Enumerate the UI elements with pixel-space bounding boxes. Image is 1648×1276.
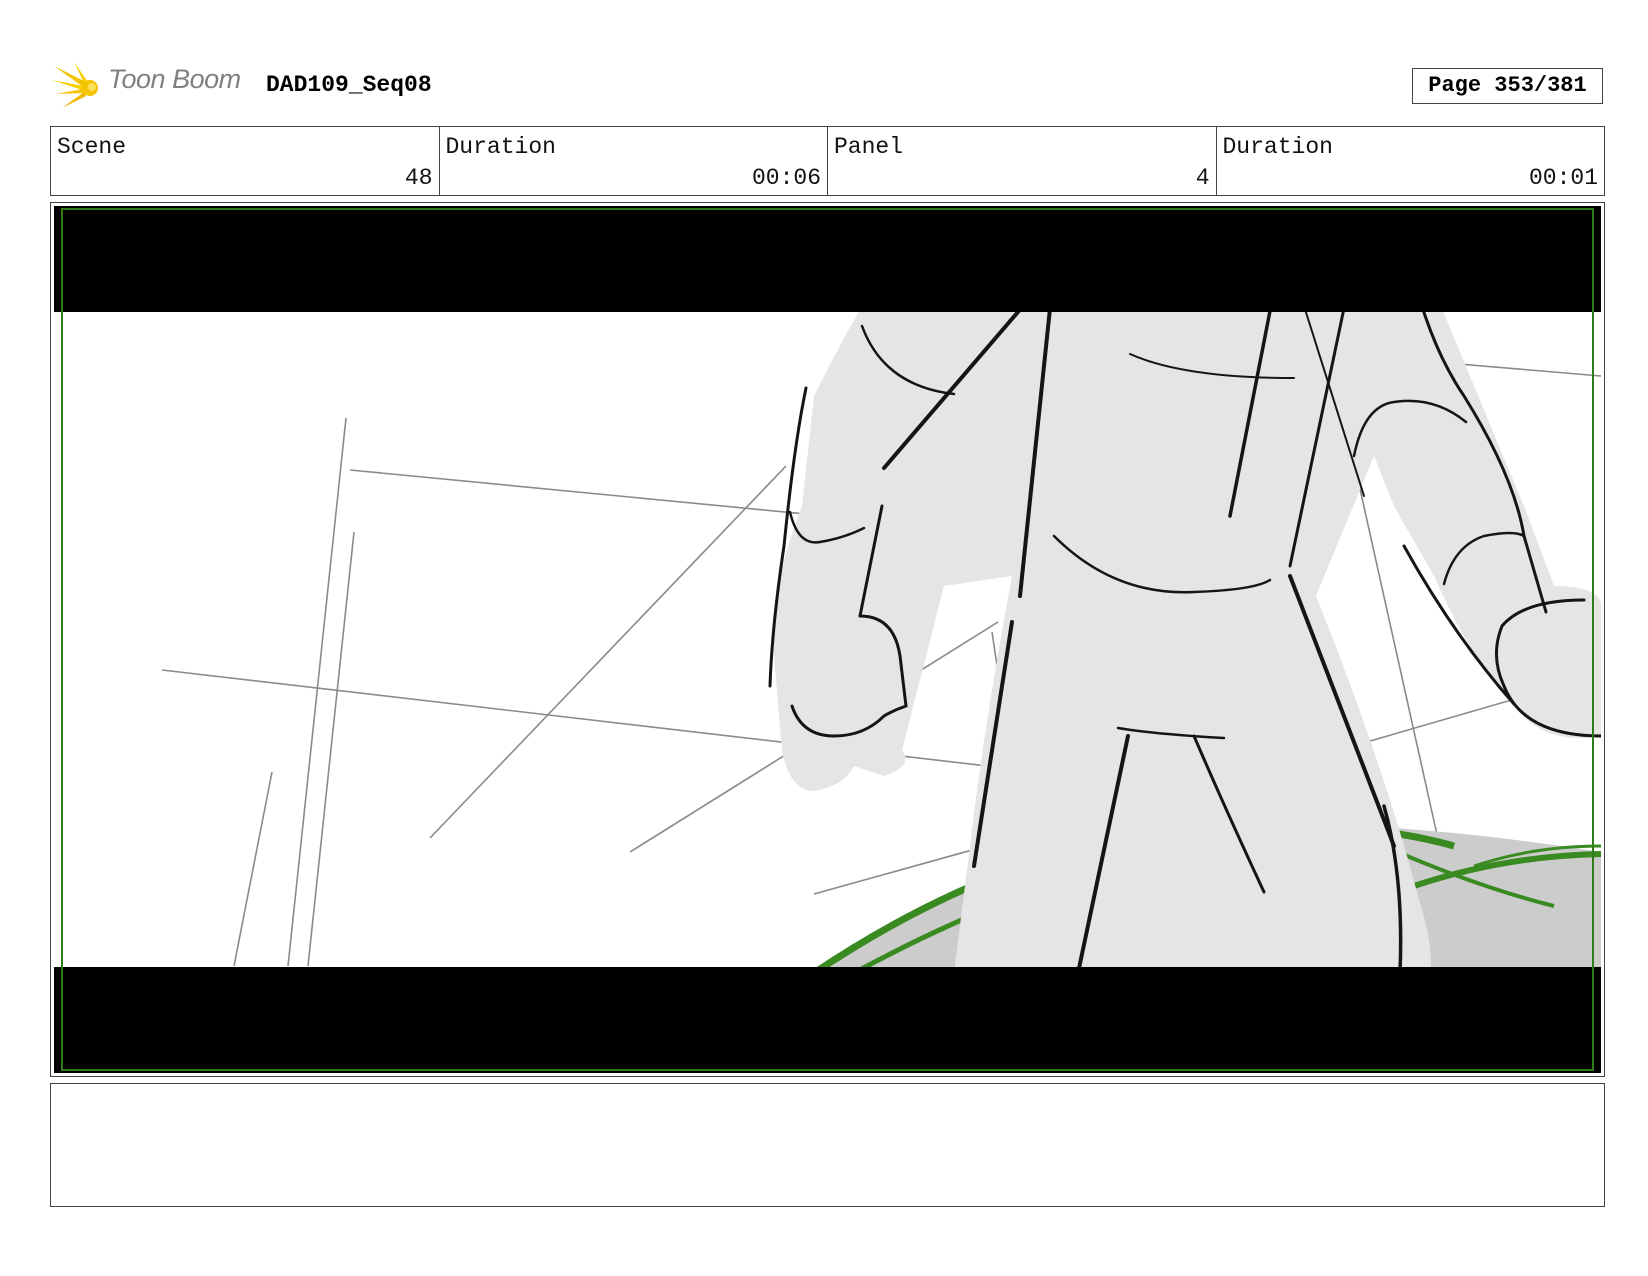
- letterbox-top: [54, 206, 1601, 312]
- scene-cell: Scene 48: [51, 127, 440, 195]
- logo-text: Toon Boom: [108, 64, 241, 94]
- toon-boom-star-icon: [52, 62, 98, 108]
- document-title: DAD109_Seq08: [266, 72, 432, 98]
- scene-value: 48: [404, 165, 433, 191]
- page-indicator: Page 353/381: [1412, 68, 1603, 104]
- scene-duration-cell: Duration 00:06: [440, 127, 828, 195]
- panel-cell: Panel 4: [828, 127, 1217, 195]
- storyboard-panel-image: [54, 206, 1601, 1073]
- panel-duration-value: 00:01: [1528, 165, 1598, 191]
- panel-info-bar: Scene 48 Duration 00:06 Panel 4 Duration…: [50, 126, 1605, 196]
- toon-boom-logo: Toon Boom: [52, 58, 252, 116]
- panel-label: Panel: [834, 134, 904, 160]
- panel-duration-label: Duration: [1222, 134, 1333, 160]
- scene-label: Scene: [57, 134, 127, 160]
- scene-duration-label: Duration: [445, 134, 556, 160]
- panel-value: 4: [1195, 165, 1210, 191]
- panel-notes: [50, 1083, 1605, 1207]
- letterbox-bottom: [54, 967, 1601, 1073]
- scene-duration-value: 00:06: [751, 165, 821, 191]
- panel-duration-cell: Duration 00:01: [1217, 127, 1605, 195]
